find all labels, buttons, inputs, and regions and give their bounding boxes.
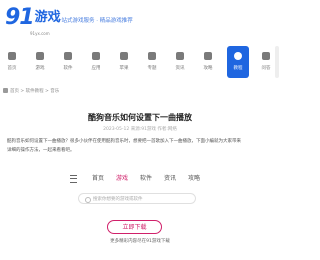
- site-header: 91 游戏 91yx.com 一站式游戏服务 · 精品游戏推荐: [0, 0, 280, 40]
- grid-icon: [148, 52, 156, 60]
- category-item-news[interactable]: 资讯: [169, 46, 191, 78]
- category-item-guides[interactable]: 攻略: [197, 46, 219, 78]
- category-item-topics[interactable]: 专题: [141, 46, 163, 78]
- logo-subtext: 91yx.com: [30, 31, 50, 36]
- news-icon: [176, 52, 184, 60]
- home-icon[interactable]: [3, 88, 8, 93]
- site-slogan: 一站式游戏服务 · 精品游戏推荐: [56, 18, 133, 24]
- breadcrumb: 首页 > 软件教程 > 音乐: [3, 88, 59, 94]
- category-item-tutorials[interactable]: 教程: [227, 46, 249, 78]
- apple-icon: [120, 52, 128, 60]
- category-label: 首页: [7, 66, 17, 71]
- category-label: 攻略: [203, 66, 213, 71]
- tab-news[interactable]: 资讯: [164, 173, 176, 182]
- breadcrumb-text[interactable]: 首页 > 软件教程 > 音乐: [10, 89, 59, 94]
- search-input[interactable]: 搜索你想要的游戏或软件: [78, 193, 196, 204]
- article-meta: 2023-05-12 来源:91游戏 作者:网络: [103, 127, 177, 132]
- category-label: 软件: [63, 66, 73, 71]
- menu-icon[interactable]: [70, 175, 77, 183]
- category-item-apps[interactable]: 应用: [85, 46, 107, 78]
- category-item-software[interactable]: 软件: [57, 46, 79, 78]
- gamepad-icon: [36, 52, 44, 60]
- category-label: 游戏: [35, 66, 45, 71]
- bottom-tabs: 首页 游戏 软件 资讯 攻略: [70, 173, 200, 189]
- home-icon: [8, 52, 16, 60]
- tab-guides[interactable]: 攻略: [188, 173, 200, 182]
- tutorial-icon: [234, 52, 242, 60]
- download-button[interactable]: 立即下载: [107, 220, 162, 234]
- category-label: 问答: [261, 66, 271, 71]
- article-title: 酷狗音乐如何设置下一曲播放: [88, 113, 192, 122]
- logo-number: 91: [5, 5, 35, 30]
- scrollbar[interactable]: [275, 46, 279, 78]
- category-label: 专题: [147, 66, 157, 71]
- category-item-apple[interactable]: 苹果: [113, 46, 135, 78]
- search-placeholder: 搜索你想要的游戏或软件: [93, 197, 143, 202]
- article-paragraph: 酷狗音乐如何设置下一曲播放？很多小伙伴在使用酷狗音乐时，想要把一首歌加入下一曲播…: [7, 139, 241, 153]
- category-item-qa[interactable]: 问答: [255, 46, 277, 78]
- tab-home[interactable]: 首页: [92, 173, 104, 182]
- android-icon: [92, 52, 100, 60]
- qa-icon: [262, 52, 270, 60]
- download-note: 更多精彩内容尽在91游戏下载: [110, 239, 170, 244]
- apps-icon: [64, 52, 72, 60]
- category-item-games[interactable]: 游戏: [29, 46, 51, 78]
- category-nav: 首页 游戏 软件 应用 苹果 专题 资讯 攻略 教程 问答: [0, 46, 280, 80]
- category-label: 应用: [91, 66, 101, 71]
- guide-icon: [204, 52, 212, 60]
- search-icon: [85, 197, 91, 203]
- tab-software[interactable]: 软件: [140, 173, 152, 182]
- site-logo[interactable]: 91 游戏: [5, 5, 61, 30]
- category-label: 教程: [233, 66, 243, 71]
- category-label: 资讯: [175, 66, 185, 71]
- category-label: 苹果: [119, 66, 129, 71]
- category-item-home[interactable]: 首页: [1, 46, 23, 78]
- tab-games[interactable]: 游戏: [116, 173, 128, 182]
